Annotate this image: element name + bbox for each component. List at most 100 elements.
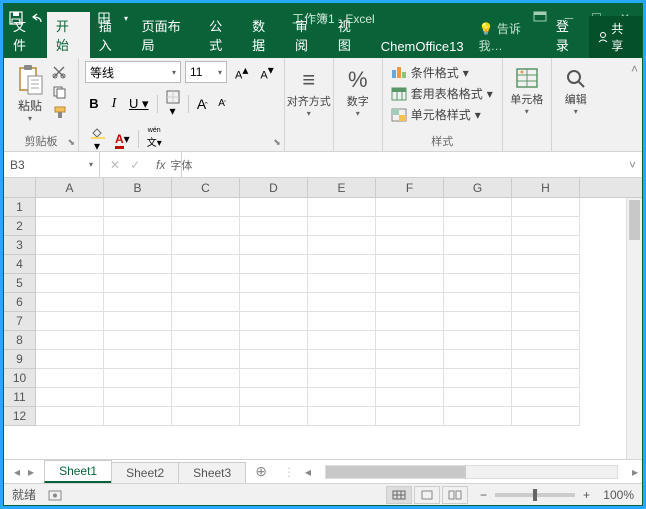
- select-all-corner[interactable]: [4, 178, 36, 197]
- col-header[interactable]: G: [444, 178, 512, 197]
- macro-record-icon[interactable]: [48, 489, 62, 501]
- cell[interactable]: [172, 198, 240, 217]
- font-shrink-icon[interactable]: Â: [213, 96, 231, 111]
- sheet-tab-2[interactable]: Sheet2: [111, 462, 179, 483]
- cell[interactable]: [444, 236, 512, 255]
- tell-me[interactable]: 💡 告诉我…: [473, 16, 548, 58]
- tab-chemoffice[interactable]: ChemOffice13: [372, 35, 473, 58]
- increase-font-icon[interactable]: A▴: [231, 61, 252, 84]
- cell[interactable]: [104, 198, 172, 217]
- cell[interactable]: [512, 331, 580, 350]
- cell[interactable]: [36, 293, 104, 312]
- col-header[interactable]: C: [172, 178, 240, 197]
- row-header[interactable]: 12: [4, 407, 36, 426]
- cell[interactable]: [308, 274, 376, 293]
- cell[interactable]: [36, 255, 104, 274]
- cell[interactable]: [36, 350, 104, 369]
- cell[interactable]: [376, 217, 444, 236]
- table-format-button[interactable]: 套用表格格式 ▾: [389, 84, 495, 103]
- number-button[interactable]: % 数字 ▾: [340, 61, 376, 118]
- sheet-tab-3[interactable]: Sheet3: [178, 462, 246, 483]
- tab-data[interactable]: 数据: [243, 12, 286, 58]
- row-header[interactable]: 10: [4, 369, 36, 388]
- row-header[interactable]: 2: [4, 217, 36, 236]
- cell[interactable]: [172, 274, 240, 293]
- tab-view[interactable]: 视图: [329, 12, 372, 58]
- clipboard-expand-icon[interactable]: ⬊: [67, 137, 75, 148]
- fill-color-button[interactable]: ▾: [85, 123, 109, 155]
- cell[interactable]: [172, 255, 240, 274]
- row-header[interactable]: 6: [4, 293, 36, 312]
- cell[interactable]: [308, 255, 376, 274]
- row-header[interactable]: 9: [4, 350, 36, 369]
- cell[interactable]: [376, 407, 444, 426]
- col-header[interactable]: F: [376, 178, 444, 197]
- col-header[interactable]: B: [104, 178, 172, 197]
- cell[interactable]: [104, 350, 172, 369]
- cell[interactable]: [240, 255, 308, 274]
- decrease-font-icon[interactable]: A▾: [256, 61, 277, 84]
- cell[interactable]: [512, 369, 580, 388]
- cell[interactable]: [512, 236, 580, 255]
- cell[interactable]: [444, 369, 512, 388]
- horizontal-scrollbar[interactable]: [325, 465, 618, 479]
- cell[interactable]: [376, 274, 444, 293]
- cell[interactable]: [104, 331, 172, 350]
- cell[interactable]: [444, 312, 512, 331]
- row-header[interactable]: 11: [4, 388, 36, 407]
- font-color-button[interactable]: A▾: [111, 130, 134, 148]
- paste-button[interactable]: 粘贴 ▾: [10, 61, 50, 123]
- row-header[interactable]: 5: [4, 274, 36, 293]
- zoom-in-icon[interactable]: +: [583, 488, 590, 502]
- row-header[interactable]: 3: [4, 236, 36, 255]
- bold-button[interactable]: B: [85, 94, 103, 113]
- cell[interactable]: [172, 350, 240, 369]
- copy-icon[interactable]: [52, 85, 70, 101]
- cell[interactable]: [104, 236, 172, 255]
- cell[interactable]: [444, 274, 512, 293]
- sheet-next-icon[interactable]: ▸: [28, 465, 34, 479]
- cell[interactable]: [240, 369, 308, 388]
- page-layout-view-icon[interactable]: [414, 486, 440, 504]
- vertical-scrollbar[interactable]: [626, 198, 642, 459]
- tab-insert[interactable]: 插入: [90, 12, 133, 58]
- cell[interactable]: [444, 331, 512, 350]
- cell[interactable]: [172, 236, 240, 255]
- font-name-select[interactable]: 等线▾: [85, 61, 181, 83]
- cell[interactable]: [376, 198, 444, 217]
- page-break-view-icon[interactable]: [442, 486, 468, 504]
- cell[interactable]: [240, 217, 308, 236]
- cell[interactable]: [104, 293, 172, 312]
- zoom-slider[interactable]: [495, 493, 575, 497]
- format-painter-icon[interactable]: [52, 105, 70, 121]
- cell[interactable]: [36, 388, 104, 407]
- cell[interactable]: [36, 274, 104, 293]
- cell[interactable]: [36, 312, 104, 331]
- cell[interactable]: [444, 407, 512, 426]
- col-header[interactable]: H: [512, 178, 580, 197]
- cell[interactable]: [512, 293, 580, 312]
- cell[interactable]: [376, 350, 444, 369]
- zoom-out-icon[interactable]: −: [480, 488, 487, 502]
- cell[interactable]: [172, 312, 240, 331]
- cell[interactable]: [308, 217, 376, 236]
- cell[interactable]: [240, 312, 308, 331]
- cell[interactable]: [376, 369, 444, 388]
- cell[interactable]: [240, 388, 308, 407]
- align-button[interactable]: ≡ 对齐方式 ▾: [291, 61, 327, 118]
- tab-formula[interactable]: 公式: [200, 12, 243, 58]
- cell[interactable]: [172, 388, 240, 407]
- cell[interactable]: [512, 388, 580, 407]
- cell[interactable]: [444, 388, 512, 407]
- font-expand-icon[interactable]: ⬊: [273, 137, 281, 148]
- share-button[interactable]: 共享: [589, 16, 642, 58]
- cell[interactable]: [240, 236, 308, 255]
- cell[interactable]: [512, 274, 580, 293]
- cell[interactable]: [36, 217, 104, 236]
- login-button[interactable]: 登录: [548, 12, 589, 58]
- cell[interactable]: [172, 369, 240, 388]
- hscroll-right-icon[interactable]: ▸: [632, 465, 638, 479]
- cell[interactable]: [172, 293, 240, 312]
- phonetic-button[interactable]: wén文▾: [143, 126, 166, 151]
- cell[interactable]: [36, 331, 104, 350]
